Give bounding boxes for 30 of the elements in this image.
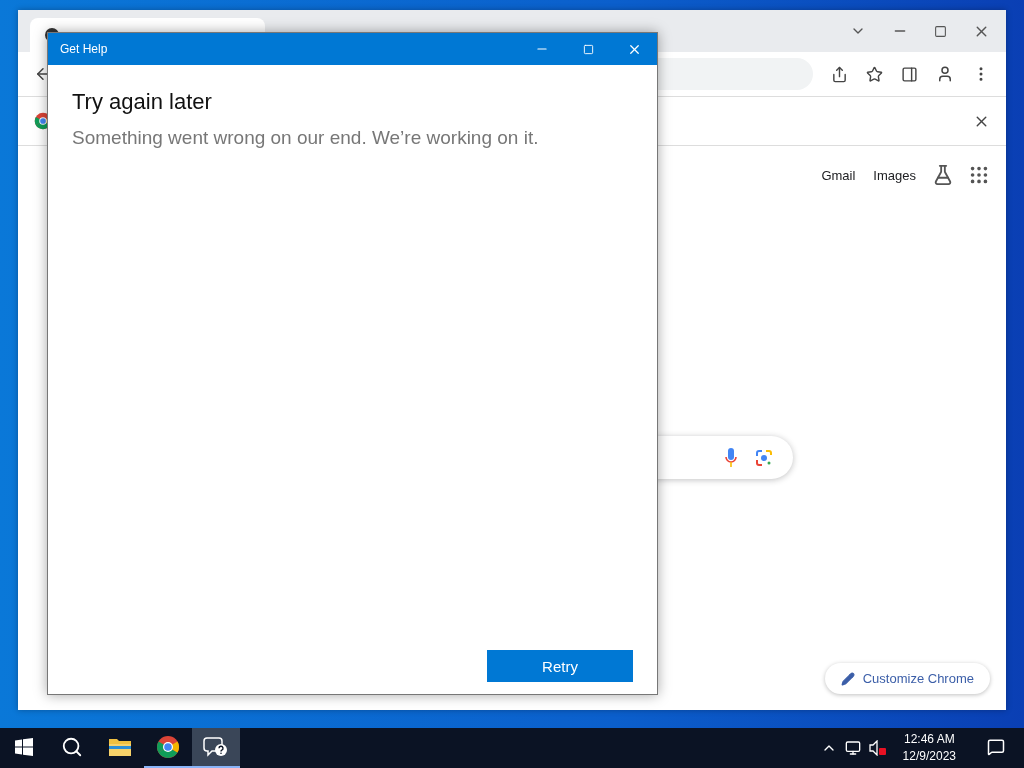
clock-date: 12/9/2023 xyxy=(902,748,956,765)
microphone-icon[interactable] xyxy=(725,447,737,468)
clock[interactable]: 12:46 AM 12/9/2023 xyxy=(894,731,964,765)
share-icon[interactable] xyxy=(831,65,848,83)
network-icon[interactable] xyxy=(844,740,861,756)
apps-grid-icon[interactable] xyxy=(968,164,990,186)
muted-speaker-icon[interactable] xyxy=(868,740,887,756)
search-icon xyxy=(61,736,83,758)
error-heading: Try again later xyxy=(72,89,213,115)
retry-button[interactable]: Retry xyxy=(487,650,633,682)
maximize-icon[interactable] xyxy=(934,24,947,38)
side-panel-icon[interactable] xyxy=(901,65,918,83)
help-chat-icon xyxy=(203,735,229,759)
star-icon[interactable] xyxy=(866,65,883,83)
windows-logo-icon xyxy=(15,738,33,756)
flask-icon[interactable] xyxy=(932,164,954,186)
customize-chrome-button[interactable]: Customize Chrome xyxy=(824,663,990,694)
nav-link[interactable]: Gmail xyxy=(819,167,858,183)
speech-bubble-icon xyxy=(987,738,1005,756)
window-title: Get Help xyxy=(60,42,108,56)
profile-icon[interactable] xyxy=(936,65,954,83)
pencil-icon xyxy=(840,671,855,686)
chrome-logo-icon xyxy=(156,735,180,759)
folder-icon xyxy=(108,737,132,757)
camera-lens-icon[interactable] xyxy=(755,448,773,467)
clock-time: 12:46 AM xyxy=(903,731,955,748)
maximize-icon xyxy=(582,43,594,55)
nav-link[interactable]: Images xyxy=(871,167,918,183)
error-message: Something went wrong on our end. We’re working on it. xyxy=(72,127,540,149)
taskbar-app-button[interactable] xyxy=(192,728,240,768)
